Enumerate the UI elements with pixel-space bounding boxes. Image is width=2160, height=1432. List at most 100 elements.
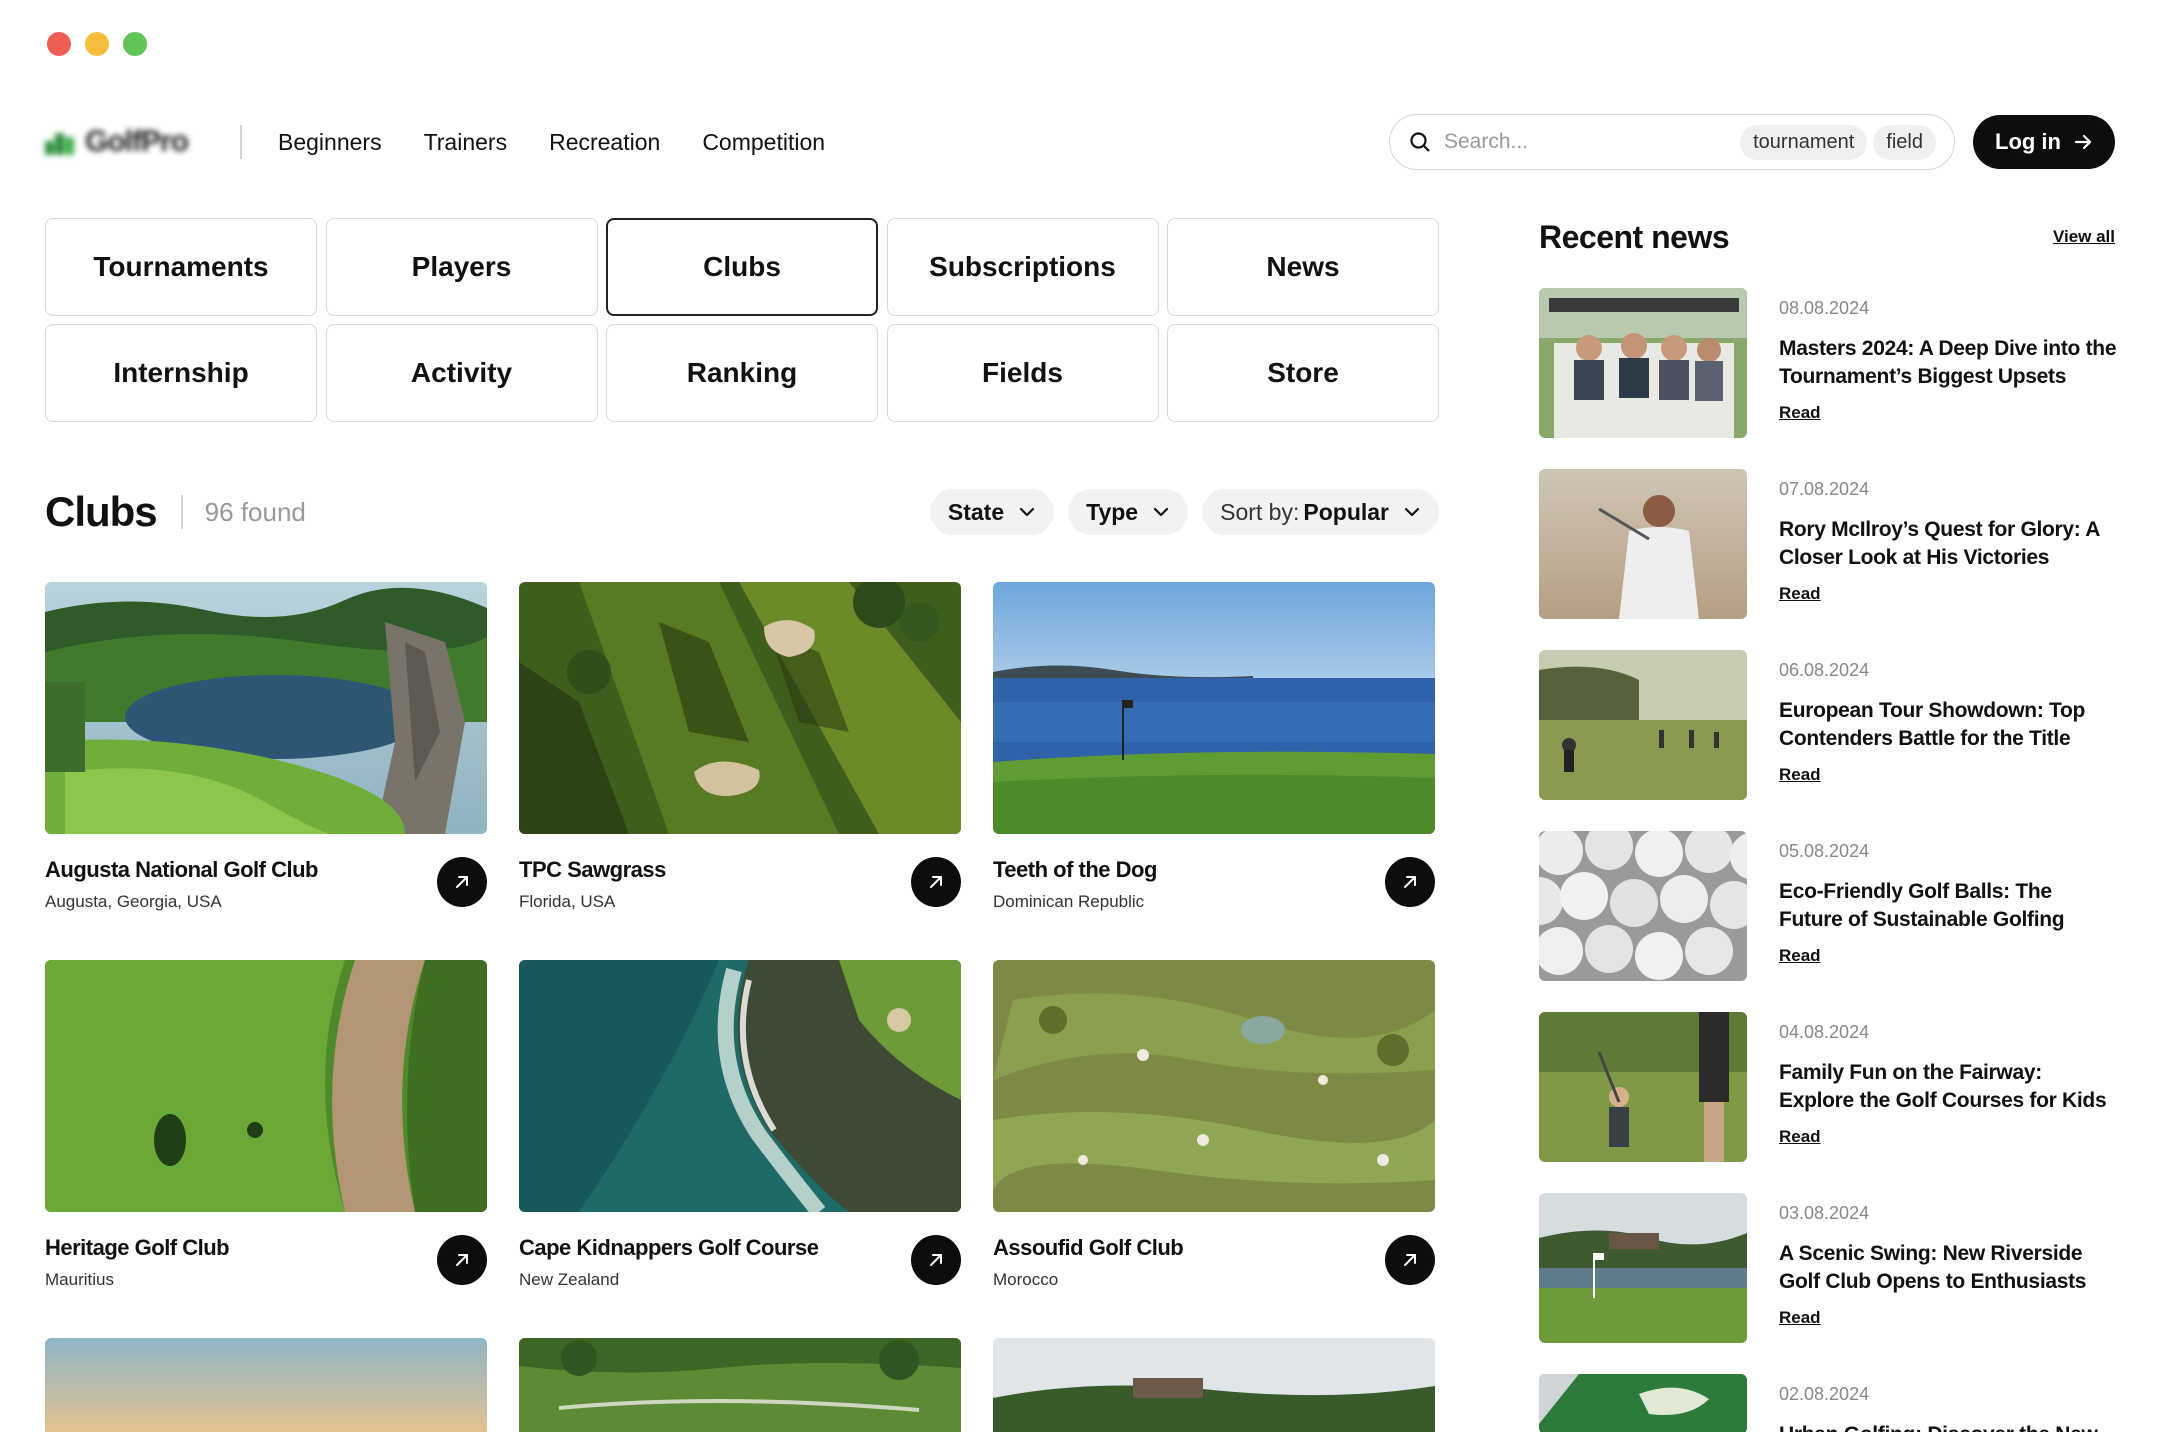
category-ranking[interactable]: Ranking <box>606 324 878 422</box>
news-date: 03.08.2024 <box>1779 1203 1870 1223</box>
club-card[interactable]: Augusta National Golf Club Augusta, Geor… <box>45 582 487 960</box>
news-item[interactable]: 06.08.2024 European Tour Showdown: Top C… <box>1539 650 2115 800</box>
category-activity[interactable]: Activity <box>325 324 598 422</box>
club-card[interactable] <box>519 1338 961 1432</box>
news-headline[interactable]: Urban Golfing: Discover the New <box>1779 1421 2115 1432</box>
open-club-button[interactable] <box>911 857 961 907</box>
club-name[interactable]: TPC Sawgrass <box>519 857 666 883</box>
type-filter[interactable]: Type <box>1068 489 1189 535</box>
read-link[interactable]: Read <box>1779 765 1821 785</box>
club-card[interactable]: Teeth of the Dog Dominican Republic <box>993 582 1435 960</box>
brand-logo[interactable]: GolfPro <box>45 125 195 159</box>
state-filter[interactable]: State <box>929 489 1055 535</box>
club-image <box>519 1338 961 1432</box>
club-image <box>45 960 487 1212</box>
club-card[interactable]: TPC Sawgrass Florida, USA <box>519 582 961 960</box>
category-clubs[interactable]: Clubs <box>606 218 878 316</box>
arrow-up-right-icon <box>930 876 942 888</box>
read-link[interactable]: Read <box>1779 1127 1821 1147</box>
read-link[interactable]: Read <box>1779 1308 1821 1328</box>
open-club-button[interactable] <box>1385 1235 1435 1285</box>
club-card[interactable]: Heritage Golf Club Mauritius <box>45 960 487 1338</box>
arrow-up-right-icon <box>930 1254 942 1266</box>
recent-news: Recent news View all 08.08.2024 Masters … <box>1539 212 2117 1432</box>
news-date: 04.08.2024 <box>1779 1022 1870 1042</box>
zoom-window-button[interactable] <box>123 32 147 56</box>
search-chip-tournament[interactable]: tournament <box>1740 124 1868 160</box>
category-tournaments[interactable]: Tournaments <box>45 218 317 316</box>
news-item[interactable]: 02.08.2024 Urban Golfing: Discover the N… <box>1539 1374 2115 1432</box>
news-item[interactable]: 03.08.2024 A Scenic Swing: New Riverside… <box>1539 1193 2115 1343</box>
open-club-button[interactable] <box>437 1235 487 1285</box>
club-image <box>45 582 487 834</box>
news-item[interactable]: 08.08.2024 Masters 2024: A Deep Dive int… <box>1539 288 2117 438</box>
news-headline[interactable]: A Scenic Swing: New Riverside Golf Club … <box>1779 1240 2119 1296</box>
results-count: 96 found <box>204 496 306 527</box>
news-date: 08.08.2024 <box>1779 298 1870 318</box>
arrow-up-right-icon <box>456 876 468 888</box>
club-name[interactable]: Heritage Golf Club <box>45 1235 230 1261</box>
club-card[interactable] <box>993 1338 1435 1432</box>
type-filter-label: Type <box>1086 498 1139 525</box>
club-name[interactable]: Teeth of the Dog <box>993 857 1157 883</box>
club-name[interactable]: Assoufid Golf Club <box>993 1235 1184 1261</box>
club-card[interactable]: Assoufid Golf Club Morocco <box>993 960 1435 1338</box>
login-button[interactable]: Log in <box>1973 115 2115 169</box>
arrow-up-right-icon <box>456 1254 468 1266</box>
chevron-down-icon <box>1404 507 1420 517</box>
news-item[interactable]: 07.08.2024 Rory McIlroy’s Quest for Glor… <box>1539 469 2115 619</box>
club-location: New Zealand <box>519 1270 620 1289</box>
news-item[interactable]: 05.08.2024 Eco-Friendly Golf Balls: The … <box>1539 831 2115 981</box>
category-players[interactable]: Players <box>325 218 598 316</box>
open-club-button[interactable] <box>911 1235 961 1285</box>
club-location: Morocco <box>993 1270 1059 1289</box>
minimize-window-button[interactable] <box>85 32 109 56</box>
read-link[interactable]: Read <box>1779 584 1821 604</box>
news-thumbnail <box>1539 650 1747 800</box>
read-link[interactable]: Read <box>1779 946 1821 966</box>
news-headline[interactable]: European Tour Showdown: Top Contenders B… <box>1779 697 2119 753</box>
sort-prefix: Sort by: <box>1220 498 1300 525</box>
close-window-button[interactable] <box>47 32 71 56</box>
club-name[interactable]: Cape Kidnappers Golf Course <box>519 1235 819 1261</box>
category-fields[interactable]: Fields <box>886 324 1159 422</box>
title-divider <box>180 495 183 529</box>
category-store[interactable]: Store <box>1167 324 1439 422</box>
club-image <box>993 1338 1435 1432</box>
news-headline[interactable]: Masters 2024: A Deep Dive into the Tourn… <box>1779 335 2119 391</box>
nav-link-beginners[interactable]: Beginners <box>278 129 382 156</box>
club-location: Mauritius <box>45 1270 114 1289</box>
open-club-button[interactable] <box>1385 857 1435 907</box>
news-item[interactable]: 04.08.2024 Family Fun on the Fairway: Ex… <box>1539 1012 2115 1162</box>
nav-link-competition[interactable]: Competition <box>702 129 825 156</box>
club-name[interactable]: Augusta National Golf Club <box>45 857 319 883</box>
logo-icon <box>45 129 75 155</box>
club-card[interactable] <box>45 1338 487 1432</box>
clubs-grid: Augusta National Golf Club Augusta, Geor… <box>45 582 1439 1432</box>
club-location: Dominican Republic <box>993 892 1145 911</box>
chevron-down-icon <box>1020 507 1035 517</box>
arrow-right-icon <box>2074 134 2092 150</box>
search-icon <box>1410 132 1430 152</box>
read-link[interactable]: Read <box>1779 403 1821 423</box>
chevron-down-icon <box>1154 507 1169 517</box>
category-internship[interactable]: Internship <box>45 324 317 422</box>
brand-name: GolfPro <box>85 125 189 158</box>
sort-select[interactable]: Sort by: Popular <box>1202 489 1439 535</box>
news-headline[interactable]: Eco-Friendly Golf Balls: The Future of S… <box>1779 878 2119 934</box>
search-input[interactable] <box>1444 130 1735 154</box>
nav-link-trainers[interactable]: Trainers <box>424 129 508 156</box>
category-news[interactable]: News <box>1167 218 1439 316</box>
club-card[interactable]: Cape Kidnappers Golf Course New Zealand <box>519 960 961 1338</box>
club-image <box>45 1338 487 1432</box>
nav-link-recreation[interactable]: Recreation <box>549 129 660 156</box>
open-club-button[interactable] <box>437 857 487 907</box>
news-headline[interactable]: Family Fun on the Fairway: Explore the G… <box>1779 1059 2119 1115</box>
view-all-link[interactable]: View all <box>2053 227 2115 247</box>
category-subscriptions[interactable]: Subscriptions <box>886 218 1159 316</box>
search-bar[interactable]: tournament field <box>1389 114 1955 170</box>
news-headline[interactable]: Rory McIlroy’s Quest for Glory: A Closer… <box>1779 516 2119 572</box>
club-image <box>993 960 1435 1212</box>
search-chip-field[interactable]: field <box>1873 124 1936 160</box>
nav-divider <box>240 125 242 159</box>
